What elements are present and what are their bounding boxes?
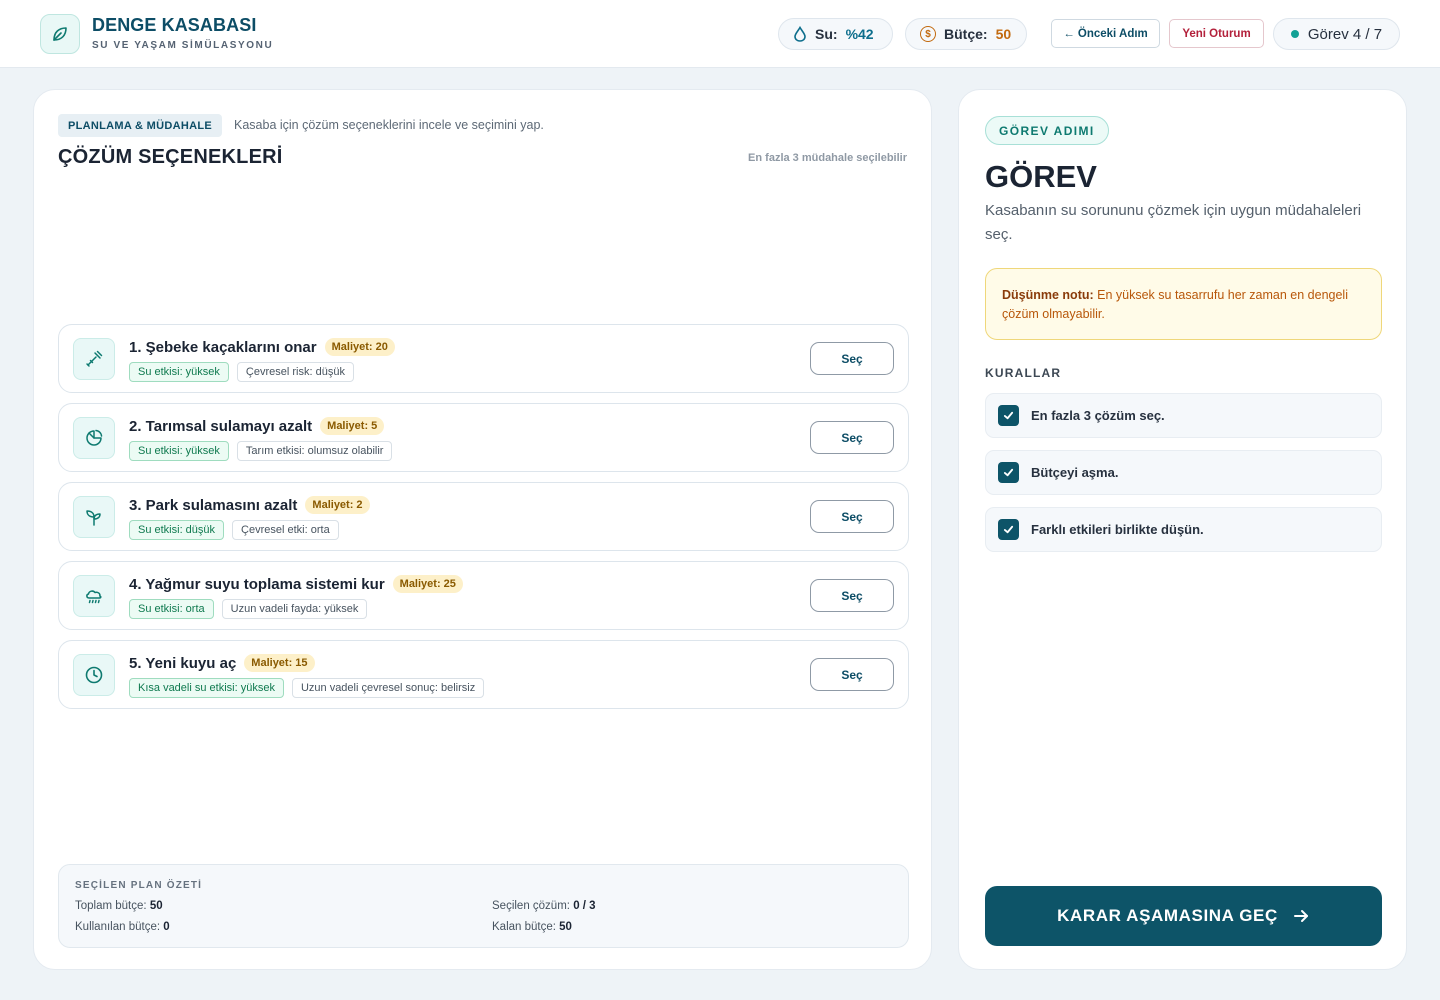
task-description: Kasabanın su sorununu çözmek için uygun … bbox=[985, 202, 1362, 243]
clock-icon bbox=[73, 654, 115, 696]
phase-badge: PLANLAMA & MÜDAHALE bbox=[58, 114, 223, 137]
rule-item: Farklı etkileri birlikte düşün. bbox=[985, 507, 1382, 552]
solution-option: 2. Tarımsal sulamayı azalt Maliyet: 5 Su … bbox=[58, 403, 909, 472]
side-effect-tag: Tarım etkisi: olumsuz olabilir bbox=[236, 441, 393, 461]
rules-title: KURALLAR bbox=[985, 366, 1062, 380]
app-title: DENGE KASABASI bbox=[92, 15, 257, 35]
app-subtitle: SU VE YAŞAM SİMÜLASYONU bbox=[92, 40, 274, 51]
wrench-icon bbox=[73, 338, 115, 380]
task-progress-label: Görev 4 / 7 bbox=[1307, 25, 1383, 43]
task-title: GÖREV bbox=[985, 159, 1097, 194]
water-impact-tag: Su etkisi: yüksek bbox=[129, 362, 229, 382]
budget-label: Bütçe: bbox=[944, 26, 988, 42]
rule-text: Bütçeyi aşma. bbox=[1031, 465, 1119, 480]
water-impact-tag: Su etkisi: orta bbox=[129, 599, 214, 619]
remaining-budget: Kalan bütçe: 50 bbox=[492, 921, 572, 933]
cost-badge: Maliyet: 2 bbox=[305, 496, 370, 514]
select-button[interactable]: Seç bbox=[810, 579, 894, 612]
select-button[interactable]: Seç bbox=[810, 500, 894, 533]
select-button[interactable]: Seç bbox=[810, 658, 894, 691]
select-button[interactable]: Seç bbox=[810, 421, 894, 454]
solution-option: 1. Şebeke kaçaklarını onar Maliyet: 20 Su… bbox=[58, 324, 909, 393]
solution-option: 4. Yağmur suyu toplama sistemi kur Maliye… bbox=[58, 561, 909, 630]
go-to-decision-button[interactable]: KARAR AŞAMASINA GEÇ bbox=[985, 886, 1382, 946]
solution-name: 5. Yeni kuyu aç Maliyet: 15 bbox=[129, 654, 315, 672]
side-effect-tag: Uzun vadeli fayda: yüksek bbox=[221, 599, 368, 619]
solution-option: 5. Yeni kuyu aç Maliyet: 15 Kısa vadeli s… bbox=[58, 640, 909, 709]
phase-description: Kasaba için çözüm seçeneklerini incele v… bbox=[234, 118, 544, 132]
selection-limit-note: En fazla 3 müdahale seçilebilir bbox=[748, 152, 907, 164]
solution-option: 3. Park sulamasını azalt Maliyet: 2 Su et… bbox=[58, 482, 909, 551]
side-effect-tag: Çevresel risk: düşük bbox=[236, 362, 354, 382]
task-progress: Görev 4 / 7 bbox=[1273, 18, 1400, 50]
top-bar: DENGE KASABASI SU VE YAŞAM SİMÜLASYONU S… bbox=[0, 0, 1440, 68]
solutions-panel: PLANLAMA & MÜDAHALE Kasaba için çözüm se… bbox=[33, 89, 932, 970]
side-effect-tag: Uzun vadeli çevresel sonuç: belirsiz bbox=[291, 678, 485, 698]
solution-name: 1. Şebeke kaçaklarını onar Maliyet: 20 bbox=[129, 338, 395, 356]
cost-badge: Maliyet: 20 bbox=[324, 338, 395, 356]
rule-text: En fazla 3 çözüm seç. bbox=[1031, 408, 1165, 423]
water-status: Su: %42 bbox=[778, 18, 893, 50]
check-icon bbox=[998, 462, 1019, 483]
water-impact-tag: Kısa vadeli su etkisi: yüksek bbox=[129, 678, 284, 698]
selected-count: Seçilen çözüm: 0 / 3 bbox=[492, 900, 596, 912]
check-icon bbox=[998, 519, 1019, 540]
cta-label: KARAR AŞAMASINA GEÇ bbox=[1057, 906, 1278, 925]
step-badge: GÖREV ADIMI bbox=[985, 116, 1109, 145]
pie-chart-icon bbox=[73, 417, 115, 459]
plan-summary: SEÇİLEN PLAN ÖZETİ Toplam bütçe: 50 Kull… bbox=[58, 864, 909, 948]
rule-item: Bütçeyi aşma. bbox=[985, 450, 1382, 495]
note-label: Düşünme notu: bbox=[1002, 288, 1094, 302]
water-drop-icon bbox=[793, 26, 807, 42]
sprout-icon bbox=[73, 496, 115, 538]
select-button[interactable]: Seç bbox=[810, 342, 894, 375]
water-impact-tag: Su etkisi: düşük bbox=[129, 520, 225, 540]
summary-title: SEÇİLEN PLAN ÖZETİ bbox=[75, 880, 203, 891]
solution-name: 4. Yağmur suyu toplama sistemi kur Maliye… bbox=[129, 575, 463, 593]
solution-name: 3. Park sulamasını azalt Maliyet: 2 bbox=[129, 496, 370, 514]
water-label: Su: bbox=[815, 26, 838, 42]
thinking-note: Düşünme notu: En yüksek su tasarrufu her… bbox=[985, 268, 1382, 340]
status-dot bbox=[1290, 30, 1299, 38]
cost-badge: Maliyet: 15 bbox=[244, 654, 315, 672]
arrow-right-icon bbox=[1292, 907, 1310, 925]
water-value: %42 bbox=[845, 26, 874, 42]
water-impact-tag: Su etkisi: yüksek bbox=[129, 441, 229, 461]
rule-item: En fazla 3 çözüm seç. bbox=[985, 393, 1382, 438]
rule-text: Farklı etkileri birlikte düşün. bbox=[1031, 522, 1204, 537]
side-effect-tag: Çevresel etki: orta bbox=[232, 520, 339, 540]
cost-badge: Maliyet: 25 bbox=[392, 575, 463, 593]
used-budget: Kullanılan bütçe: 0 bbox=[75, 921, 170, 933]
budget-status: $ Bütçe: 50 bbox=[905, 18, 1027, 50]
check-icon bbox=[998, 405, 1019, 426]
total-budget: Toplam bütçe: 50 bbox=[75, 900, 163, 912]
leaf-icon bbox=[40, 14, 80, 54]
budget-value: 50 bbox=[995, 26, 1012, 42]
section-title: ÇÖZÜM SEÇENEKLERİ bbox=[58, 146, 283, 168]
solution-name: 2. Tarımsal sulamayı azalt Maliyet: 5 bbox=[129, 417, 385, 435]
new-session-button[interactable]: Yeni Oturum bbox=[1169, 19, 1264, 48]
cloud-rain-icon bbox=[73, 575, 115, 617]
cost-badge: Maliyet: 5 bbox=[320, 417, 385, 435]
previous-step-button[interactable]: ← Önceki Adım bbox=[1051, 19, 1160, 48]
coin-icon: $ bbox=[920, 26, 936, 42]
task-panel: GÖREV ADIMI GÖREV Kasabanın su sorununu … bbox=[958, 89, 1407, 970]
